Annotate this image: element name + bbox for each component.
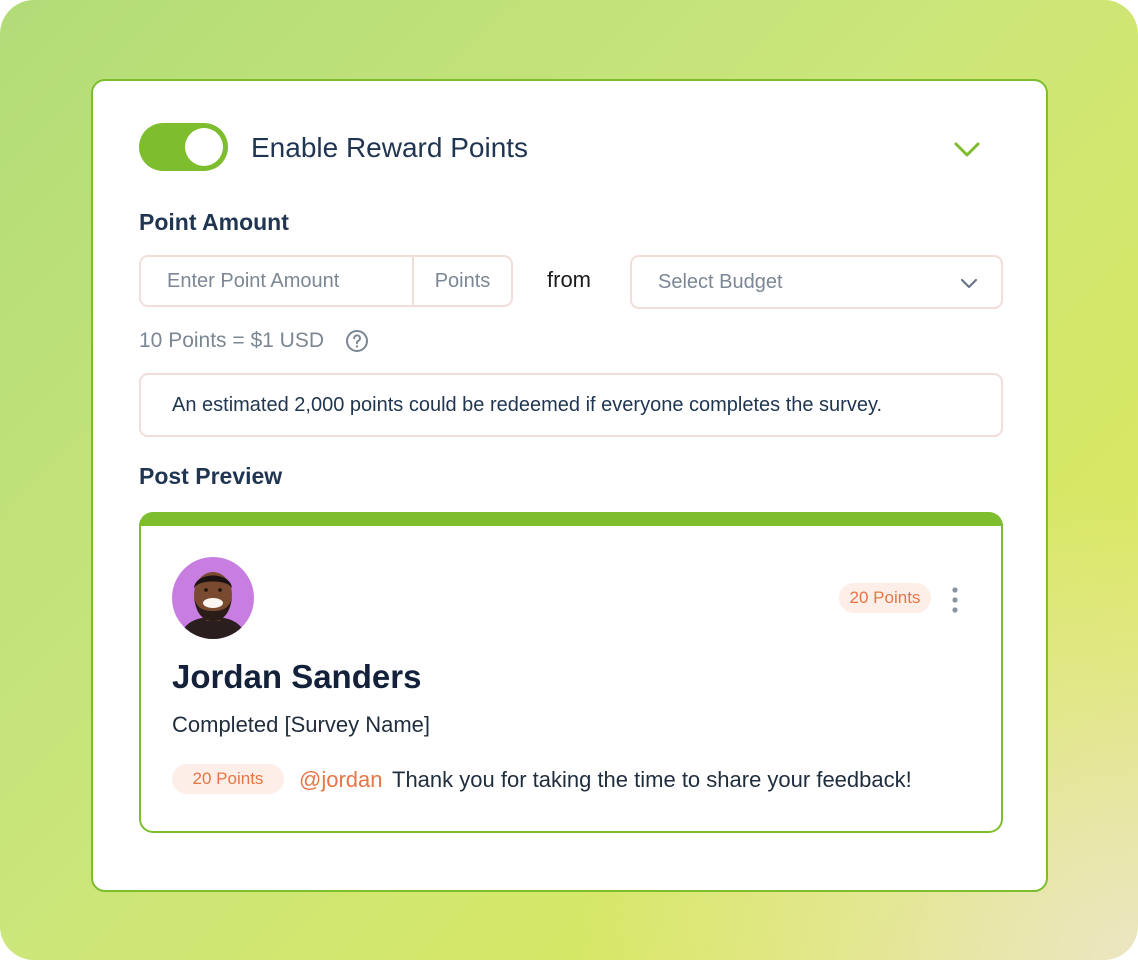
chevron-down-icon[interactable] <box>951 133 983 165</box>
message-points-badge: 20 Points <box>172 764 284 794</box>
question-circle-icon[interactable] <box>345 329 369 353</box>
points-unit-label: Points <box>412 257 511 305</box>
point-amount-input[interactable] <box>141 257 412 305</box>
points-badge: 20 Points <box>839 583 931 613</box>
toggle-knob <box>185 128 223 166</box>
budget-select-placeholder: Select Budget <box>658 271 783 293</box>
from-label: from <box>547 267 591 292</box>
reward-points-card: Enable Reward Points Point Amount Points… <box>91 79 1048 892</box>
enable-reward-toggle[interactable] <box>139 123 228 171</box>
estimate-notice: An estimated 2,000 points could be redee… <box>139 373 1003 437</box>
post-preview-label: Post Preview <box>139 463 283 489</box>
estimate-text: An estimated 2,000 points could be redee… <box>172 393 883 416</box>
budget-select[interactable]: Select Budget <box>630 255 1003 309</box>
avatar <box>172 557 254 639</box>
post-preview-card: 20 Points Jordan Sanders Completed [Surv… <box>139 512 1003 833</box>
section-title: Enable Reward Points <box>251 132 529 163</box>
post-title: Completed [Survey Name] <box>172 712 430 737</box>
user-mention[interactable]: @jordan <box>299 767 383 793</box>
more-vertical-icon[interactable] <box>943 584 967 616</box>
point-amount-label: Point Amount <box>139 209 289 235</box>
point-amount-input-group: Points <box>139 255 513 307</box>
chevron-down-icon <box>960 278 978 289</box>
post-message: Thank you for taking the time to share y… <box>392 767 912 792</box>
post-author-name: Jordan Sanders <box>172 658 422 695</box>
conversion-rate-text: 10 Points = $1 USD <box>139 329 325 352</box>
